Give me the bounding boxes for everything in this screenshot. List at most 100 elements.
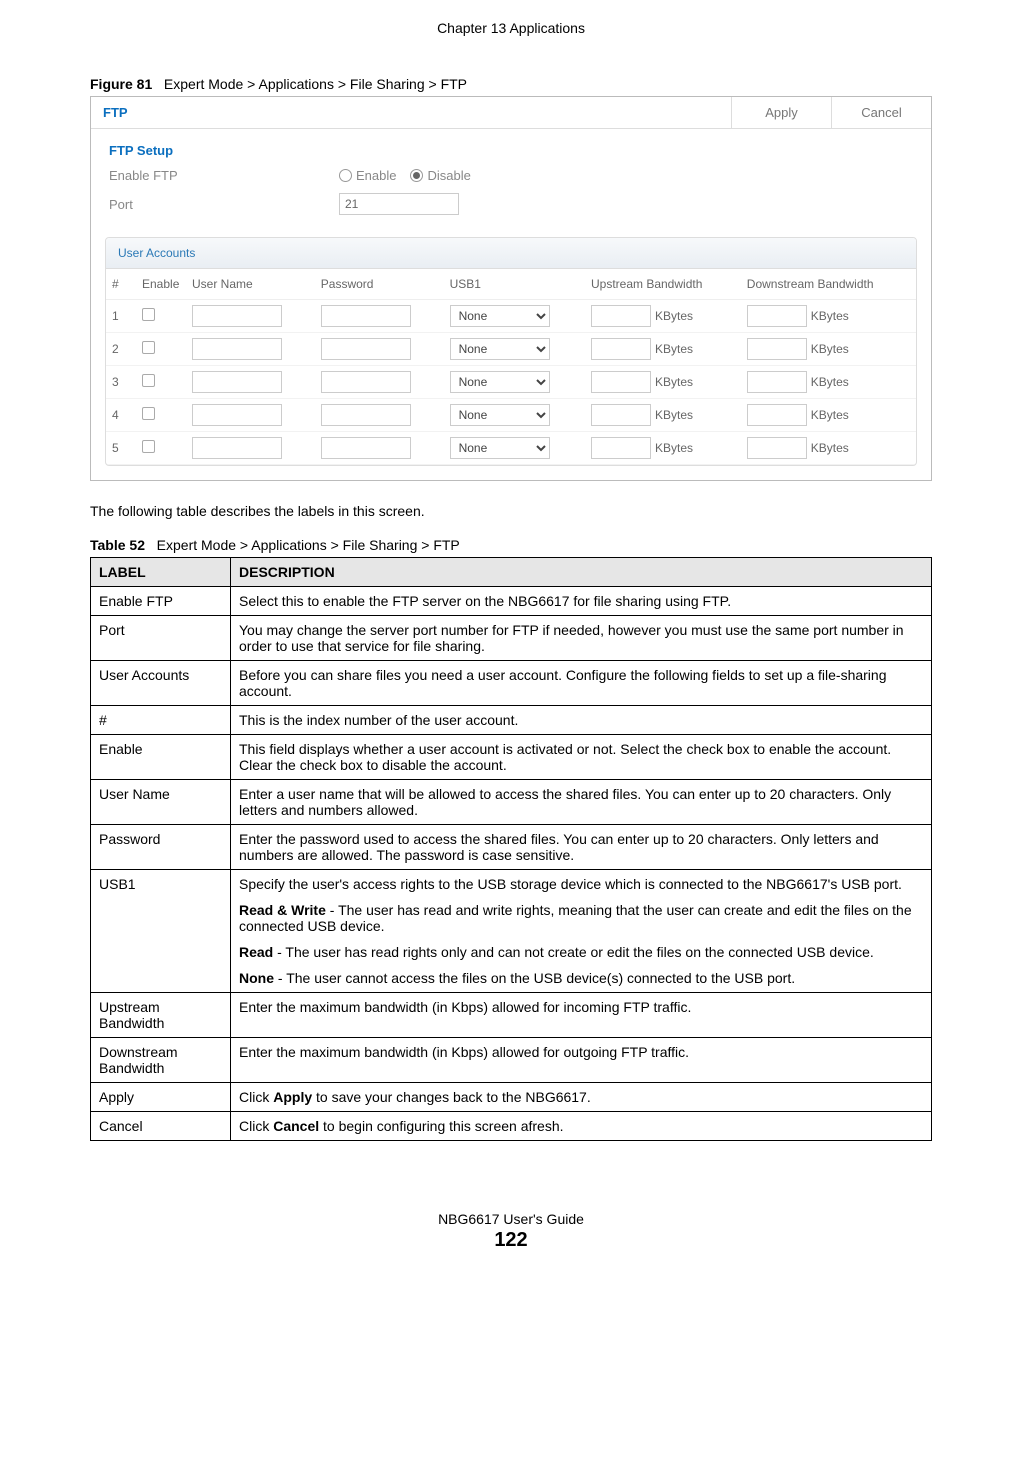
row-desc: Enter a user name that will be allowed t…	[231, 780, 932, 825]
table-row: 4 None KBytes KBytes	[106, 399, 916, 432]
row-index: 2	[106, 333, 136, 366]
user-accounts-header: User Accounts	[106, 238, 916, 269]
enable-checkbox[interactable]	[142, 407, 155, 420]
col-enable: Enable	[136, 269, 186, 300]
kbytes-label: KBytes	[651, 408, 693, 422]
enable-radio-label: Enable	[356, 168, 396, 183]
footer-guide: NBG6617 User's Guide	[90, 1211, 932, 1227]
downstream-input[interactable]	[747, 371, 807, 393]
usb-r-desc: - The user has read rights only and can …	[273, 944, 874, 960]
row-desc: Enter the maximum bandwidth (in Kbps) al…	[231, 993, 932, 1038]
username-input[interactable]	[192, 404, 282, 426]
th-desc: DESCRIPTION	[231, 558, 932, 587]
upstream-input[interactable]	[591, 371, 651, 393]
username-input[interactable]	[192, 437, 282, 459]
usb-rw-label: Read & Write	[239, 902, 326, 918]
usb-select[interactable]: None	[450, 404, 550, 426]
user-accounts-table: # Enable User Name Password USB1 Upstrea…	[106, 269, 916, 465]
kbytes-label: KBytes	[807, 309, 849, 323]
usb-desc-intro: Specify the user's access rights to the …	[239, 876, 923, 892]
downstream-input[interactable]	[747, 338, 807, 360]
t: to save your changes back to the NBG6617…	[312, 1089, 591, 1105]
usb-select[interactable]: None	[450, 437, 550, 459]
row-label: Enable FTP	[91, 587, 231, 616]
row-label: Port	[91, 616, 231, 661]
screenshot-topbar: FTP Apply Cancel	[91, 97, 931, 129]
password-input[interactable]	[321, 371, 411, 393]
panel-title: FTP	[91, 97, 731, 128]
row-desc: Click Cancel to begin configuring this s…	[231, 1112, 932, 1141]
enable-radio[interactable]: Enable	[339, 168, 396, 183]
table-row: 3NoneKBytesKBytes	[106, 366, 916, 399]
t: Click	[239, 1118, 273, 1134]
kbytes-label: KBytes	[807, 408, 849, 422]
upstream-input[interactable]	[591, 437, 651, 459]
upstream-input[interactable]	[591, 305, 651, 327]
apply-button[interactable]: Apply	[731, 97, 831, 128]
row-desc: Select this to enable the FTP server on …	[231, 587, 932, 616]
row-desc: Enter the password used to access the sh…	[231, 825, 932, 870]
enable-checkbox[interactable]	[142, 308, 155, 321]
row-label: Cancel	[91, 1112, 231, 1141]
col-usb: USB1	[444, 269, 585, 300]
port-input[interactable]	[339, 193, 459, 215]
ftp-setup-heading: FTP Setup	[109, 143, 913, 158]
row-label: USB1	[91, 870, 231, 993]
password-input[interactable]	[321, 338, 411, 360]
chapter-header: Chapter 13 Applications	[90, 20, 932, 36]
username-input[interactable]	[192, 305, 282, 327]
kbytes-label: KBytes	[651, 309, 693, 323]
row-index: 3	[106, 366, 136, 399]
enable-checkbox[interactable]	[142, 341, 155, 354]
t: to begin configuring this screen afresh.	[319, 1118, 563, 1134]
usb-select[interactable]: None	[450, 371, 550, 393]
enable-checkbox[interactable]	[142, 374, 155, 387]
row-desc: Enter the maximum bandwidth (in Kbps) al…	[231, 1038, 932, 1083]
description-table: LABEL DESCRIPTION Enable FTPSelect this …	[90, 557, 932, 1141]
row-desc: This is the index number of the user acc…	[231, 706, 932, 735]
row-index: 4	[106, 399, 136, 432]
t: Apply	[273, 1089, 312, 1105]
downstream-input[interactable]	[747, 404, 807, 426]
row-index: 1	[106, 300, 136, 333]
th-label: LABEL	[91, 558, 231, 587]
kbytes-label: KBytes	[807, 342, 849, 356]
row-index: 5	[106, 432, 136, 465]
figure-caption: Figure 81 Expert Mode > Applications > F…	[90, 76, 932, 92]
cancel-button[interactable]: Cancel	[831, 97, 931, 128]
row-label: #	[91, 706, 231, 735]
page-footer: NBG6617 User's Guide 122	[90, 1211, 932, 1252]
downstream-input[interactable]	[747, 437, 807, 459]
figure-label: Figure 81	[90, 76, 152, 92]
password-input[interactable]	[321, 305, 411, 327]
usb-rw-desc: - The user has read and write rights, me…	[239, 902, 912, 934]
usb-none-desc: - The user cannot access the files on th…	[274, 970, 795, 986]
password-input[interactable]	[321, 437, 411, 459]
usb-select[interactable]: None	[450, 305, 550, 327]
row-label: Downstream Bandwidth	[91, 1038, 231, 1083]
col-pass: Password	[315, 269, 444, 300]
enable-checkbox[interactable]	[142, 440, 155, 453]
kbytes-label: KBytes	[651, 342, 693, 356]
table-title: Expert Mode > Applications > File Sharin…	[157, 537, 460, 553]
username-input[interactable]	[192, 371, 282, 393]
upstream-input[interactable]	[591, 404, 651, 426]
disable-radio[interactable]: Disable	[410, 168, 470, 183]
upstream-input[interactable]	[591, 338, 651, 360]
ftp-screenshot: FTP Apply Cancel FTP Setup Enable FTP En…	[90, 96, 932, 481]
col-up: Upstream Bandwidth	[585, 269, 741, 300]
table-caption: Table 52 Expert Mode > Applications > Fi…	[90, 537, 932, 553]
t: Click	[239, 1089, 273, 1105]
downstream-input[interactable]	[747, 305, 807, 327]
password-input[interactable]	[321, 404, 411, 426]
table-label: Table 52	[90, 537, 145, 553]
usb-none-label: None	[239, 970, 274, 986]
t: Cancel	[273, 1118, 319, 1134]
port-label: Port	[109, 197, 339, 212]
username-input[interactable]	[192, 338, 282, 360]
user-accounts-box: User Accounts # Enable User Name Passwor…	[105, 237, 917, 466]
col-index: #	[106, 269, 136, 300]
usb-select[interactable]: None	[450, 338, 550, 360]
row-desc: Click Apply to save your changes back to…	[231, 1083, 932, 1112]
page-number: 122	[90, 1229, 932, 1252]
